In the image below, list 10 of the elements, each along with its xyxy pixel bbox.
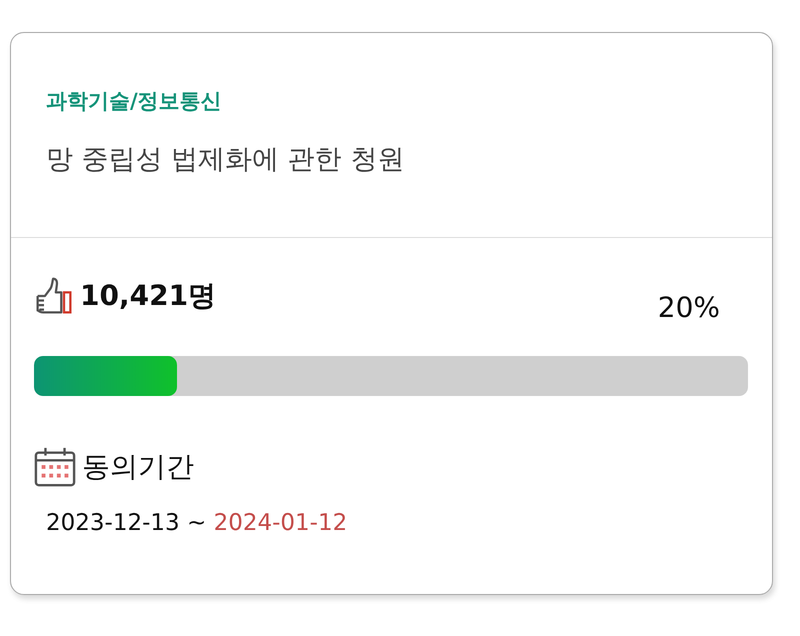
calendar-icon (34, 446, 76, 488)
start-date: 2023-12-13 (46, 510, 180, 536)
agreement-count: 10,421명 (80, 278, 216, 314)
agreement-percent: 20% (658, 291, 720, 324)
end-date: 2024-01-12 (214, 510, 348, 536)
thumbs-up-icon (34, 276, 74, 316)
date-separator: ~ (186, 510, 206, 536)
petition-title: 망 중립성 법제화에 관한 청원 (46, 143, 406, 177)
category-label: 과학기술/정보통신 (46, 88, 223, 115)
period-label: 동의기간 (82, 449, 194, 485)
